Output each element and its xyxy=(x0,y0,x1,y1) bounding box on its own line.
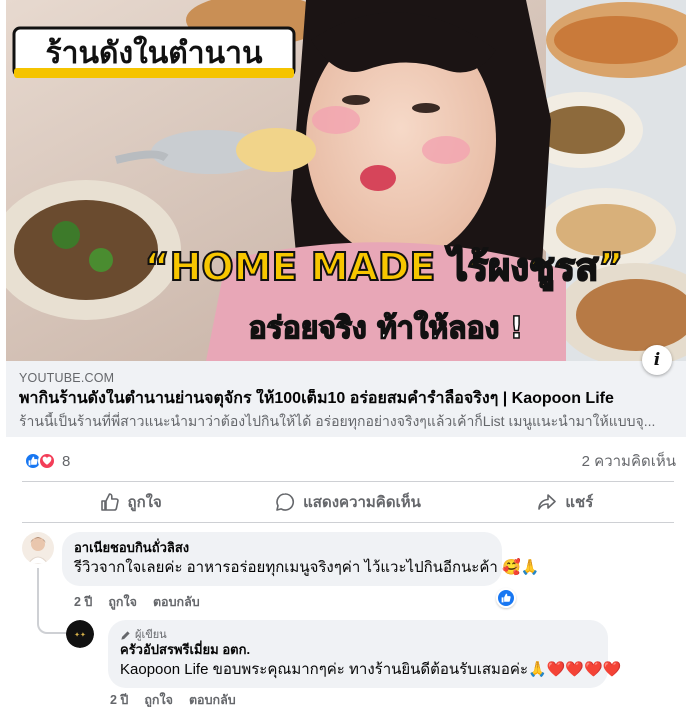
comment: อาเนียชอบกินถั่วลิสง รีวิวจากใจเลยค่ะ อา… xyxy=(22,532,540,586)
reaction-icons[interactable] xyxy=(24,452,56,470)
link-title[interactable]: พากินร้านดังในตำนานย่านจตุจักร ให้100เต็… xyxy=(19,389,673,409)
comment-like-button[interactable]: ถูกใจ xyxy=(144,690,173,707)
comment-time[interactable]: 2 ปี xyxy=(110,690,128,707)
thumbnail-headline: ร้านดังในตำนาน xyxy=(46,35,263,71)
comment-meta: 2 ปี ถูกใจ ตอบกลับ xyxy=(74,592,200,612)
reaction-count[interactable]: 8 xyxy=(62,453,70,470)
comment-button[interactable]: แสดงความคิดเห็น xyxy=(239,482,456,522)
comment-button-label: แสดงความคิดเห็น xyxy=(303,494,421,511)
comment-author[interactable]: ครัวอัปสรพรีเมี่ยม อตก. xyxy=(120,642,596,658)
link-preview[interactable]: YOUTUBE.COM พากินร้านดังในตำนานย่านจตุจั… xyxy=(6,361,686,437)
divider xyxy=(22,522,674,523)
avatar[interactable]: ✦✦ xyxy=(66,620,94,648)
comment-like-button[interactable]: ถูกใจ xyxy=(108,592,137,612)
comment-text: รีวิวจากใจเลยค่ะ อาหารอร่อยทุกเมนูจริงๆค… xyxy=(74,559,540,576)
like-button-label: ถูกใจ xyxy=(127,494,162,511)
share-button[interactable]: แชร์ xyxy=(457,482,674,522)
link-description: ร้านนี้เป็นร้านที่พี่สาวแนะนำมาว่าต้องไป… xyxy=(19,413,656,429)
thread-line xyxy=(37,568,67,634)
comment-bubble: อาเนียชอบกินถั่วลิสง รีวิวจากใจเลยค่ะ อา… xyxy=(62,532,540,586)
author-badge-label: ผู้เขียน xyxy=(135,629,167,641)
reply-bubble: ผู้เขียน ครัวอัปสรพรีเมี่ยม อตก. Kaopoon… xyxy=(108,620,622,688)
comment-reply-button[interactable]: ตอบกลับ xyxy=(189,690,236,707)
avatar[interactable] xyxy=(22,532,54,564)
comment-text: Kaopoon Life ขอบพระคุณมากๆค่ะ ทางร้านยิน… xyxy=(120,661,622,678)
link-domain: YOUTUBE.COM xyxy=(19,371,115,385)
reply-comment: ✦✦ ผู้เขียน ครัวอัปสรพรีเมี่ยม อตก. Kaop… xyxy=(66,620,622,688)
thumbs-up-icon xyxy=(100,493,119,511)
share-icon xyxy=(538,494,557,510)
thumbnail-artwork: ร้านดังในตำนาน “HOME MADE ไร้ผงชูรส” อร่… xyxy=(6,0,686,361)
author-badge: ผู้เขียน xyxy=(120,628,596,642)
info-icon[interactable]: i xyxy=(642,345,672,375)
post-card: ร้านดังในตำนาน “HOME MADE ไร้ผงชูรส” อร่… xyxy=(6,0,686,707)
thumbnail-subtext: อร่อยจริง ท้าให้ลอง ! xyxy=(249,310,524,346)
like-icon[interactable] xyxy=(496,588,516,608)
comment-meta: 2 ปี ถูกใจ ตอบกลับ xyxy=(110,690,236,707)
thumbnail-banner: “HOME MADE ไร้ผงชูรส” xyxy=(145,245,624,291)
comment-reply-button[interactable]: ตอบกลับ xyxy=(153,592,200,612)
comment-time[interactable]: 2 ปี xyxy=(74,592,92,612)
pencil-icon xyxy=(121,630,130,640)
comment-count[interactable]: 2 ความคิดเห็น xyxy=(582,449,676,473)
comment-icon xyxy=(276,493,295,511)
reactions-bar: 8 2 ความคิดเห็น xyxy=(6,447,686,475)
svg-text:✦✦: ✦✦ xyxy=(74,631,86,639)
action-bar: ถูกใจ แสดงความคิดเห็น แชร์ xyxy=(22,482,674,522)
comment-author[interactable]: อาเนียชอบกินถั่วลิสง xyxy=(74,540,490,556)
share-button-label: แชร์ xyxy=(565,494,594,511)
love-icon xyxy=(38,452,56,470)
like-button[interactable]: ถูกใจ xyxy=(22,482,239,522)
video-thumbnail[interactable]: ร้านดังในตำนาน “HOME MADE ไร้ผงชูรส” อร่… xyxy=(6,0,686,361)
